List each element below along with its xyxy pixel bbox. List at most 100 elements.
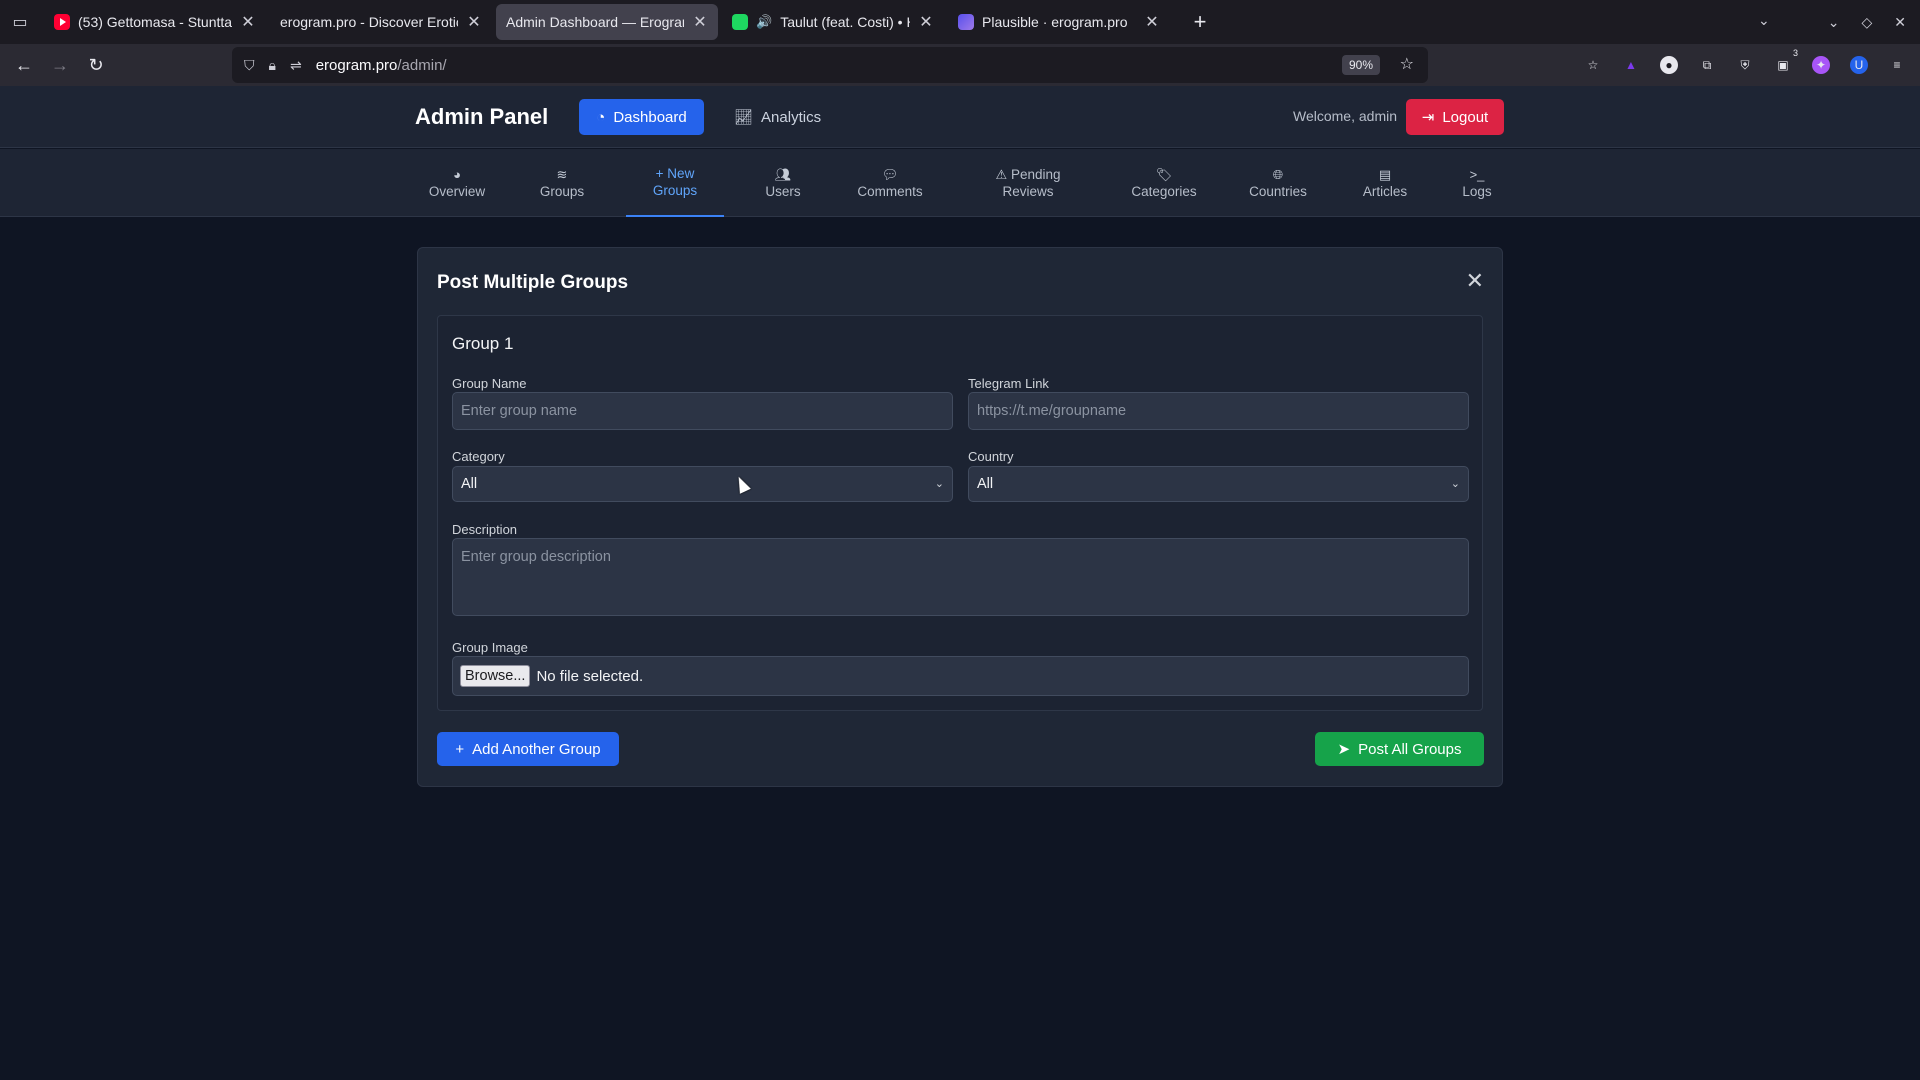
url-text[interactable]: erogram.pro/admin/ — [316, 57, 447, 74]
tab-title: (53) Gettomasa - Stunttaa — [78, 14, 232, 30]
chart-pie-icon: ◕ — [453, 167, 461, 182]
tab-pending-reviews[interactable]: ⚠︎ Pending Reviews — [983, 149, 1073, 217]
dashboard-label: Dashboard — [613, 108, 687, 126]
country-select[interactable]: All ⌄ — [968, 466, 1469, 502]
youtube-icon — [54, 14, 70, 30]
tab-categories[interactable]: 🏷︎ Categories — [1124, 149, 1204, 217]
tab-title: Admin Dashboard — Erogram — [506, 14, 684, 30]
file-status: No file selected. — [536, 667, 644, 685]
post-groups-panel: Post Multiple Groups ✕ Group 1 Group Nam… — [417, 247, 1503, 787]
extension-circle-icon[interactable]: ● — [1660, 56, 1678, 74]
tab-title: Taulut (feat. Costi) • HU — [780, 14, 910, 30]
url-host: erogram.pro — [315, 56, 398, 74]
extension-triangle-icon[interactable]: ▲ — [1622, 56, 1640, 74]
close-icon[interactable]: ✕ — [240, 12, 256, 32]
welcome-text: Welcome, admin — [1293, 108, 1398, 124]
extension-purple-icon[interactable]: ✦ — [1812, 56, 1830, 74]
browser-tab[interactable]: 🔊 Taulut (feat. Costi) • HU ✕ — [722, 4, 944, 40]
tab-users[interactable]: 👥︎ Users — [750, 149, 816, 217]
tab-groups[interactable]: ≋ Groups — [528, 149, 596, 217]
close-window-icon[interactable]: ✕ — [1894, 14, 1906, 31]
bookmark-star-icon[interactable]: ☆ — [1400, 54, 1414, 74]
tab-label: Countries — [1249, 184, 1307, 199]
country-value: All — [977, 476, 994, 492]
tab-overview[interactable]: ◕ Overview — [418, 149, 496, 217]
tab-new-groups[interactable]: + New Groups — [626, 149, 724, 217]
browser-tab[interactable]: (53) Gettomasa - Stunttaa ✕ — [44, 4, 266, 40]
url-path: /admin/ — [397, 56, 447, 74]
new-tab-icon[interactable]: + — [1186, 9, 1214, 35]
chevron-down-icon[interactable]: ⌄ — [1828, 14, 1840, 31]
category-value: All — [461, 476, 478, 492]
tab-label: Logs — [1462, 184, 1492, 199]
forward-icon[interactable]: → — [42, 55, 78, 76]
plausible-icon — [958, 14, 974, 30]
ublock-icon[interactable]: U — [1850, 56, 1868, 74]
tab-logs[interactable]: >_ Logs — [1455, 149, 1499, 217]
browser-tab-bar: ▭ (53) Gettomasa - Stunttaa ✕ erogram.pr… — [0, 0, 1920, 44]
tab-comments[interactable]: 💬︎ Comments — [852, 149, 928, 217]
description-textarea[interactable]: Enter group description — [452, 538, 1469, 616]
plus-icon: + — [455, 740, 465, 758]
reload-icon[interactable]: ↻ — [78, 55, 114, 76]
group-image-input[interactable]: Browse... No file selected. — [452, 656, 1469, 696]
tab-overview-icon[interactable]: ▭ — [0, 0, 40, 44]
speaker-icon[interactable]: 🔊 — [756, 14, 772, 30]
privacy-badger-icon[interactable]: ⛨ — [1736, 56, 1754, 74]
group-title: Group 1 — [452, 334, 514, 353]
category-select[interactable]: All ⌄ — [452, 466, 953, 502]
tags-icon: 🏷︎ — [1155, 167, 1173, 182]
add-another-group-button[interactable]: + Add Another Group — [437, 732, 619, 766]
close-icon[interactable]: ✕ — [1144, 12, 1160, 32]
close-icon[interactable]: ✕ — [692, 12, 708, 32]
group-name-label: Group Name — [452, 376, 527, 391]
browse-button[interactable]: Browse... — [460, 665, 531, 687]
tab-countries[interactable]: 🌐︎ Countries — [1242, 149, 1314, 217]
admin-subnav: ◕ Overview ≋ Groups + New Groups 👥︎ User… — [0, 149, 1920, 217]
extension-badge-icon[interactable]: ▣ 3 — [1774, 48, 1798, 74]
extensions-toolbar: ☆ ▲ ● ⧉ ⛨ ▣ 3 ✦ U ≡ — [1584, 44, 1906, 86]
logout-button[interactable]: ⇥ Logout — [1406, 99, 1504, 135]
group-name-input[interactable]: Enter group name — [452, 392, 953, 430]
country-label: Country — [968, 449, 1014, 464]
comments-icon: 💬︎ — [881, 167, 899, 182]
permissions-icon[interactable]: ⇌ — [290, 57, 302, 74]
tab-label-line2: Groups — [652, 183, 698, 198]
tab-title: Plausible · erogram.pro — [982, 14, 1128, 30]
back-icon[interactable]: ← — [6, 55, 42, 76]
browser-tab-active[interactable]: Admin Dashboard — Erogram ✕ — [496, 4, 718, 40]
telegram-link-input[interactable]: https://t.me/groupname — [968, 392, 1469, 430]
tab-label: Articles — [1362, 184, 1408, 199]
analytics-button[interactable]: 📈︎ Analytics — [720, 99, 835, 135]
shield-icon[interactable]: ⛉ — [244, 57, 255, 74]
tab-label: Groups — [539, 184, 585, 199]
zoom-indicator[interactable]: 90% — [1341, 55, 1380, 75]
close-icon[interactable]: ✕ — [1466, 268, 1484, 294]
brand-title: Admin Panel — [415, 104, 549, 129]
browser-tab[interactable]: erogram.pro - Discover Erotic ✕ — [270, 4, 492, 40]
browser-nav-bar: ← → ↻ ⛉ 🔒︎ ⇌ erogram.pro/admin/ 90% ☆ ☆ … — [0, 44, 1920, 86]
tab-label-line1: ⚠︎ Pending — [996, 166, 1061, 183]
restore-icon[interactable]: ◇ — [1861, 14, 1872, 31]
chevron-down-icon[interactable]: ⌄ — [1758, 12, 1770, 29]
logout-label: Logout — [1442, 108, 1489, 126]
browser-tab[interactable]: Plausible · erogram.pro ✕ — [948, 4, 1170, 40]
close-icon[interactable]: ✕ — [466, 12, 482, 32]
group-image-label: Group Image — [452, 640, 528, 655]
logout-icon: ⇥ — [1421, 109, 1435, 126]
extensions-puzzle-icon[interactable]: ⧉ — [1698, 56, 1716, 74]
lock-icon[interactable]: 🔒︎ — [269, 57, 276, 74]
analytics-label: Analytics — [761, 108, 822, 126]
post-all-groups-button[interactable]: ➤ Post All Groups — [1315, 732, 1484, 766]
dashboard-button[interactable]: ◔ Dashboard — [579, 99, 704, 135]
hamburger-menu-icon[interactable]: ≡ — [1888, 56, 1906, 74]
tab-label-text: Pending — [1010, 167, 1061, 182]
tab-articles[interactable]: ▤ Articles — [1355, 149, 1415, 217]
chevron-down-icon: ⌄ — [1450, 478, 1460, 490]
pocket-icon[interactable]: ☆ — [1584, 56, 1602, 74]
description-placeholder: Enter group description — [461, 549, 611, 565]
url-bar[interactable]: ⛉ 🔒︎ ⇌ erogram.pro/admin/ 90% ☆ — [232, 47, 1428, 83]
close-icon[interactable]: ✕ — [918, 12, 934, 32]
terminal-icon: >_ — [1469, 167, 1485, 182]
line-chart-icon: 📈︎ — [734, 109, 754, 126]
